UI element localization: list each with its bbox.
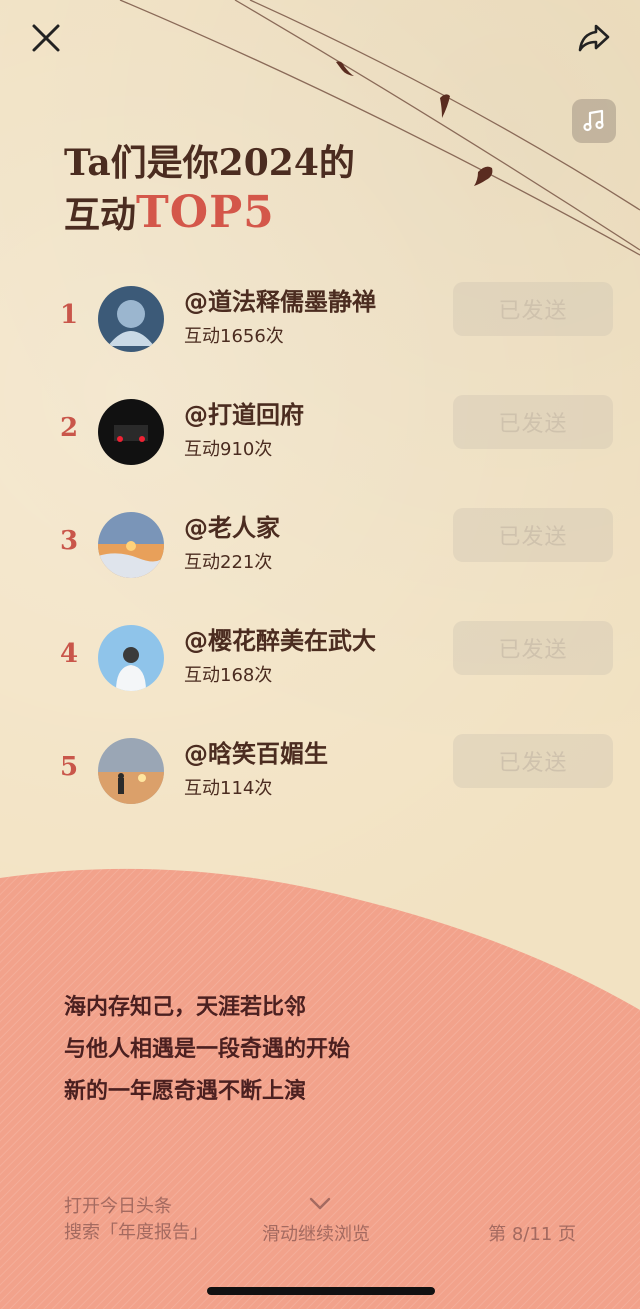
page-title: Ta们是你2024的 互动TOP5 <box>64 138 355 240</box>
avatar[interactable] <box>98 286 164 352</box>
interaction-count: 互动910次 <box>184 439 273 460</box>
list-item: 5 @晗笑百媚生 互动114次 已发送 <box>0 734 640 828</box>
footer-hint-line-2: 搜索「年度报告」 <box>64 1222 208 1243</box>
username[interactable]: @晗笑百媚生 <box>184 734 328 769</box>
interaction-count: 互动168次 <box>184 665 273 686</box>
list-item: 2 @打道回府 互动910次 已发送 <box>0 395 640 489</box>
quote-line-1: 海内存知己，天涯若比邻 <box>64 994 307 1020</box>
interaction-count: 互动114次 <box>184 778 273 799</box>
title-prefix: 互动 <box>64 194 137 236</box>
rank-number: 5 <box>60 752 79 782</box>
footer-hint: 打开今日头条 搜索「年度报告」 <box>64 1194 208 1246</box>
list-item: 1 @道法释儒墨静禅 互动1656次 已发送 <box>0 282 640 376</box>
title-line-1: Ta们是你2024的 <box>64 142 355 184</box>
title-line-2: 互动TOP5 <box>64 188 355 240</box>
share-button[interactable] <box>574 18 614 58</box>
rank-number: 4 <box>60 639 79 669</box>
rank-number: 3 <box>60 526 79 556</box>
username[interactable]: @打道回府 <box>184 395 304 430</box>
sent-button[interactable]: 已发送 <box>453 621 613 675</box>
page-indicator: 第 8/11 页 <box>488 1224 576 1245</box>
close-icon <box>32 24 60 52</box>
avatar[interactable] <box>98 512 164 578</box>
sent-button[interactable]: 已发送 <box>453 282 613 336</box>
username[interactable]: @道法释儒墨静禅 <box>184 282 376 317</box>
close-button[interactable] <box>26 18 66 58</box>
avatar[interactable] <box>98 625 164 691</box>
interaction-count: 互动221次 <box>184 552 273 573</box>
swipe-hint: 滑动继续浏览 <box>262 1224 370 1245</box>
rank-number: 1 <box>60 300 79 330</box>
interaction-count: 互动1656次 <box>184 326 284 347</box>
list-item: 3 @老人家 互动221次 已发送 <box>0 508 640 602</box>
music-button[interactable] <box>572 99 616 143</box>
username[interactable]: @老人家 <box>184 508 280 543</box>
music-icon <box>583 109 604 132</box>
share-icon <box>578 24 610 52</box>
home-indicator[interactable] <box>207 1287 435 1295</box>
sent-button[interactable]: 已发送 <box>453 734 613 788</box>
username[interactable]: @樱花醉美在武大 <box>184 621 376 656</box>
footer-hint-line-1: 打开今日头条 <box>64 1196 172 1217</box>
rank-number: 2 <box>60 413 79 443</box>
sent-button[interactable]: 已发送 <box>453 395 613 449</box>
title-accent-top5: TOP5 <box>136 187 275 238</box>
list-item: 4 @樱花醉美在武大 互动168次 已发送 <box>0 621 640 715</box>
quote-block: 海内存知己，天涯若比邻 与他人相遇是一段奇遇的开始 新的一年愿奇遇不断上演 <box>64 986 350 1112</box>
quote-line-2: 与他人相遇是一段奇遇的开始 <box>64 1036 351 1062</box>
quote-line-3: 新的一年愿奇遇不断上演 <box>64 1078 307 1104</box>
sent-button[interactable]: 已发送 <box>453 508 613 562</box>
avatar[interactable] <box>98 399 164 465</box>
chevron-down-icon <box>309 1197 331 1210</box>
avatar[interactable] <box>98 738 164 804</box>
